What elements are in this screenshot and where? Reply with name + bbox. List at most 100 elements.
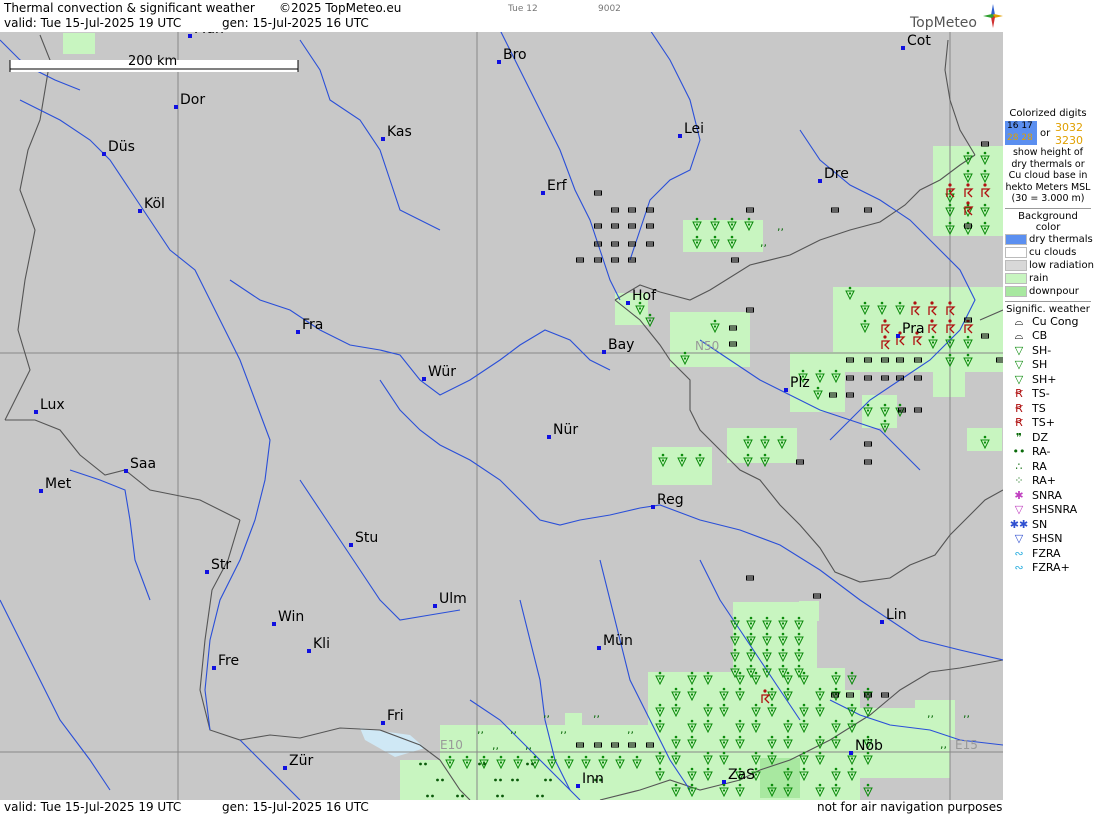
city-marker (541, 191, 545, 195)
color-swatch (1005, 246, 1027, 258)
weather-symbol-icon: ∴ (1015, 459, 1023, 473)
background-legend-label: rain (1029, 272, 1049, 284)
city-label: Met (45, 476, 72, 492)
city-label: Nür (553, 422, 578, 438)
weather-symbol-icon: ▽ (1014, 358, 1024, 371)
weather-legend-item: ▽ SHSNRA (1005, 503, 1091, 518)
city-marker (722, 780, 726, 784)
color-swatch (1005, 233, 1027, 245)
weather-symbol-icon: Ꞧ (1015, 416, 1023, 429)
cb-symbol (731, 257, 739, 263)
cb-symbol (813, 593, 821, 599)
weather-legend-label: FZRA+ (1032, 561, 1070, 574)
legend-panel: Colorized digits 16 17 28 28 or 3032 323… (1005, 108, 1094, 576)
cb-symbol (864, 441, 872, 447)
city-label: Inn (582, 771, 604, 787)
city-marker (124, 469, 128, 473)
city-marker (602, 350, 606, 354)
weather-symbol-icon: ✱ (1014, 488, 1024, 502)
weather-legend-item: ❞ DZ (1005, 431, 1091, 446)
weather-legend-label: SN (1032, 517, 1048, 531)
cb-symbol (746, 207, 754, 213)
city-marker (849, 751, 853, 755)
weather-legend-label: DZ (1032, 430, 1049, 444)
background-legend-item: dry thermals (1005, 233, 1093, 246)
city-marker (901, 46, 905, 50)
city-marker (381, 137, 385, 141)
color-swatch (1005, 272, 1027, 284)
weather-legend-item: ▽ SH+ (1005, 373, 1091, 388)
city-marker (272, 622, 276, 626)
sh-symbol (863, 687, 873, 701)
background-legend-item: rain (1005, 272, 1091, 285)
country-borders (4, 34, 1003, 800)
city-marker (651, 505, 655, 509)
cb-symbol (628, 257, 636, 263)
footer-generated-time: gen: 15-Jul-2025 16 UTC (222, 800, 369, 814)
city-label: Kas (387, 124, 412, 140)
weather-symbol-icon: ▽ (1014, 532, 1024, 545)
weather-legend-label: RA- (1032, 445, 1051, 458)
dz-symbol (560, 723, 567, 736)
dz-symbol (627, 723, 634, 736)
city-label: Mün (603, 633, 633, 649)
city-marker (880, 620, 884, 624)
weather-legend-label: Cu Cong (1032, 314, 1079, 328)
weather-legend-item: ∴ RA (1005, 460, 1091, 475)
background-legend-label: downpour (1029, 285, 1079, 297)
weather-legend-label: RA+ (1032, 474, 1056, 487)
city-marker (896, 334, 900, 338)
city-label: Mün (194, 32, 224, 37)
map-footer: valid: Tue 15-Jul-2025 19 UTC gen: 15-Ju… (0, 800, 1005, 814)
legend-divider (1005, 207, 1091, 209)
city-label: Lei (684, 121, 704, 137)
city-marker (349, 543, 353, 547)
dz-symbol (963, 707, 970, 720)
topmeteo-logo[interactable]: TopMeteo (908, 3, 1004, 31)
weather-legend: ⌓ Cu Cong ⌓ CB ▽ SH- ▽ SH ▽ SH+ Ꞧ TS- Ꞧ TS Ꞧ TS+ ❞ DZ •• RA… (1005, 315, 1091, 576)
city-label: Reg (657, 492, 684, 508)
city-marker (547, 435, 551, 439)
cb-symbol (864, 375, 872, 381)
legend-digits: 16 17 28 28 or 3032 3230 (1005, 121, 1091, 147)
city-marker (784, 388, 788, 392)
city-marker (576, 784, 580, 788)
city-label: Ulm (439, 591, 467, 607)
weather-legend-item: ⌓ CB (1005, 329, 1091, 344)
weather-legend-item: ∾ FZRA+ (1005, 561, 1091, 576)
weather-legend-label: TS (1032, 401, 1046, 415)
weather-symbol-icon: ▽ (1014, 343, 1024, 357)
background-legend-label: cu clouds (1029, 246, 1077, 258)
cb-symbol (864, 207, 872, 213)
rain-areas (63, 33, 1003, 800)
weather-legend-label: TS- (1032, 387, 1050, 400)
dz-symbol (760, 236, 767, 249)
cb-symbol (796, 459, 804, 465)
city-marker (307, 649, 311, 653)
weather-symbol-icon: ▽ (1014, 372, 1024, 386)
city-label: Erf (547, 178, 568, 194)
day-label: Tue 12 (508, 4, 538, 14)
digits-b2: 3230 (1055, 134, 1083, 147)
valid-time: valid: Tue 15-Jul-2025 19 UTC (4, 16, 182, 30)
weather-legend-label: FZRA (1032, 546, 1061, 560)
weather-legend-label: SH+ (1032, 372, 1057, 386)
city-label: Dre (824, 166, 849, 182)
city-label: Lin (886, 607, 907, 623)
sh-symbol (847, 671, 857, 685)
weather-symbol-icon: ❞ (1016, 430, 1022, 444)
cb-symbol (594, 257, 602, 263)
background-legend-item: low radiation (1005, 259, 1094, 272)
cb-symbol (914, 407, 922, 413)
weather-legend-label: SH- (1032, 343, 1052, 357)
background-legend: dry thermals cu clouds low radiation rain do… (1005, 233, 1094, 298)
weather-legend-item: Ꞧ TS- (1005, 387, 1091, 402)
city-label: Zür (289, 753, 313, 769)
city-marker (678, 134, 682, 138)
color-swatch (1005, 285, 1027, 297)
weather-symbol-icon: ∾ (1014, 546, 1024, 560)
legend-or: or (1040, 128, 1051, 139)
weather-legend-item: ⌓ Cu Cong (1005, 315, 1091, 330)
weather-map[interactable]: ,, (0, 32, 1003, 800)
city-label: Fra (302, 317, 323, 333)
